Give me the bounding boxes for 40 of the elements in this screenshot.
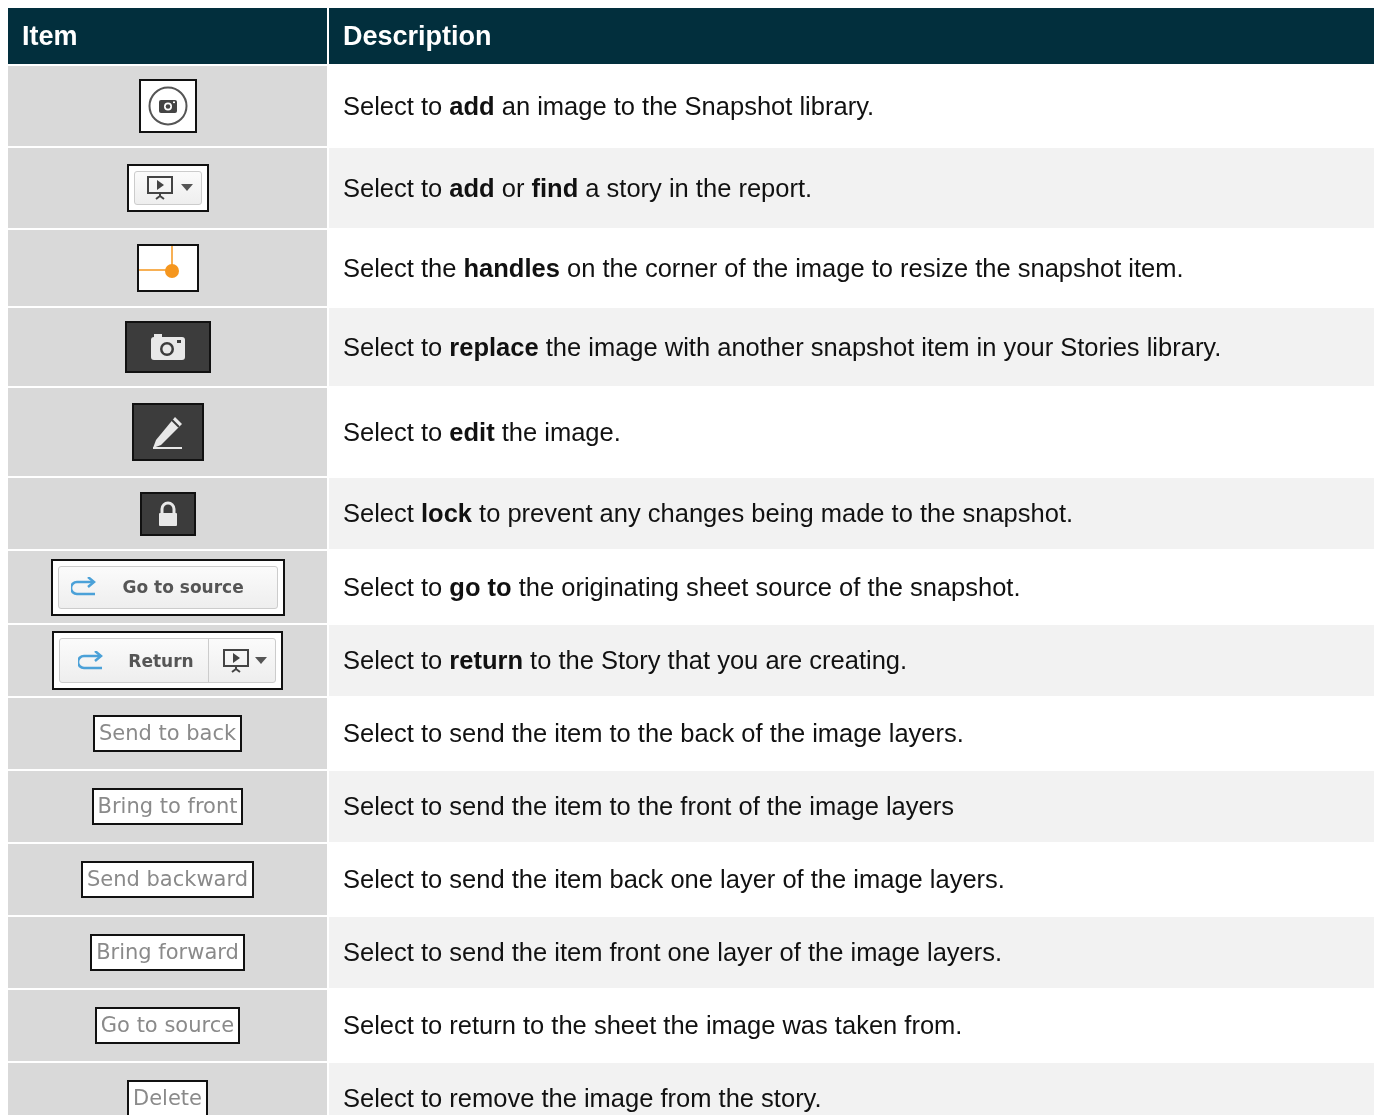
menu-button[interactable]: Bring to front xyxy=(91,787,244,826)
menu-button[interactable]: Go to source xyxy=(94,1006,241,1045)
description-text: Select to add an image to the Snapshot library. xyxy=(343,91,875,121)
camera-icon xyxy=(147,86,188,126)
description-text: Select to send the item to the back of the image layers. xyxy=(343,719,964,748)
menu-button[interactable]: Delete xyxy=(127,1079,208,1115)
return-arrow-icon xyxy=(70,577,97,597)
camera-icon xyxy=(149,333,186,361)
replace-image-button[interactable] xyxy=(124,321,211,373)
story-dropdown-button[interactable] xyxy=(126,164,209,212)
menu-button[interactable]: Send backward xyxy=(80,860,255,899)
column-header: Item xyxy=(8,8,327,64)
presentation-icon xyxy=(222,648,251,673)
menu-button[interactable]: Send to back xyxy=(92,714,243,753)
go-to-source-button[interactable]: Go to source xyxy=(57,565,278,609)
button-label: Go to source xyxy=(122,577,244,597)
menu-button[interactable]: Bring forward xyxy=(90,933,245,972)
description-text: Select to send the item front one layer of the image layers. xyxy=(343,938,1003,967)
edit-button[interactable] xyxy=(131,403,204,461)
caret-icon xyxy=(254,656,267,665)
description-text: Select lock to prevent any changes being made to the snapshot. xyxy=(343,499,1074,528)
description-text: Select to go to the originating sheet source of the snapshot. xyxy=(343,572,1021,602)
description-text: Select to send the item to the front of the image layers xyxy=(343,792,954,821)
return-arrow-icon xyxy=(78,650,105,671)
column-header: Description xyxy=(329,8,1374,64)
presentation-icon xyxy=(146,176,175,200)
description-text: Select the handles on the corner of the image to resize the snapshot item. xyxy=(343,253,1184,283)
description-text: Select to replace the image with another snapshot item in your Stories library. xyxy=(343,332,1222,362)
description-text: Select to send the item back one layer of the image layers. xyxy=(343,865,1005,894)
description-text: Select to return to the Story that you are creating. xyxy=(343,646,908,675)
description-text: Select to edit the image. xyxy=(343,417,621,447)
description-text: Select to remove the image from the story. xyxy=(343,1084,822,1113)
lock-button[interactable] xyxy=(139,491,196,536)
lock-icon xyxy=(156,500,179,527)
resize-handle-drawing[interactable] xyxy=(136,244,199,292)
caret-icon xyxy=(180,184,193,192)
snapshot-button[interactable] xyxy=(138,79,197,133)
description-text: Select to add or find a story in the report. xyxy=(343,173,813,203)
button-label: Return xyxy=(128,650,194,671)
description-text: Select to return to the sheet the image was taken from. xyxy=(343,1011,963,1040)
